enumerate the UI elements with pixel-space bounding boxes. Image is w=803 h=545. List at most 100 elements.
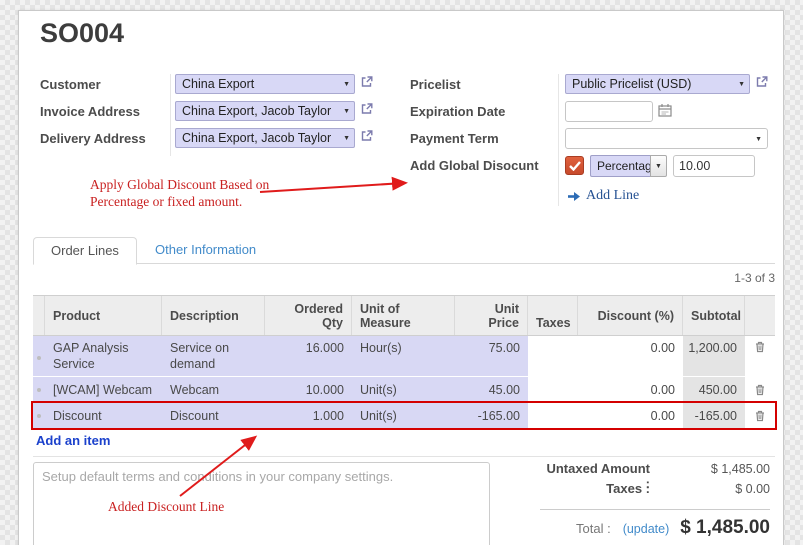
total-label: Total :	[576, 521, 611, 536]
column-header-unit-of-measure: Unit of Measure	[352, 296, 455, 335]
chevron-down-icon: ▼	[343, 135, 350, 142]
column-header-ordered-qty: Ordered Qty	[265, 296, 352, 335]
total-value: $ 1,485.00	[669, 517, 770, 539]
column-header-subtotal: Subtotal	[683, 296, 745, 335]
arrow-right-icon	[567, 191, 581, 202]
cell-uom: Hour(s)	[352, 336, 455, 376]
drag-handle-icon	[37, 414, 41, 418]
totals-panel: Untaxed Amount : $ 1,485.00 Taxes : $ 0.…	[540, 461, 770, 539]
page-title: SO004	[40, 18, 124, 49]
add-line-link[interactable]: Add Line	[567, 188, 775, 204]
discount-type-dropdown-button[interactable]: ▼	[650, 155, 667, 177]
cell-uom: Unit(s)	[352, 403, 455, 428]
discount-amount-input[interactable]	[673, 155, 755, 177]
delivery-address-select[interactable]: China Export, Jacob Taylor ▼	[175, 128, 355, 148]
tab-order-lines[interactable]: Order Lines	[33, 237, 137, 265]
delivery-address-value: China Export, Jacob Taylor	[182, 131, 331, 145]
annotation-line: Percentage or fixed amount.	[90, 193, 269, 210]
customer-select[interactable]: China Export ▼	[175, 74, 355, 94]
discount-type-value: Percentage	[590, 155, 650, 177]
order-line-row-discount[interactable]: Discount Discount 1.000 Unit(s) -165.00 …	[33, 403, 775, 429]
annotation-global-discount: Apply Global Discount Based on Percentag…	[90, 176, 269, 210]
cell-subtotal: 1,200.00	[683, 336, 745, 376]
table-header-row: Product Description Ordered Qty Unit of …	[33, 295, 775, 336]
cell-description: Webcam	[162, 377, 265, 402]
expiration-date-label: Expiration Date	[410, 101, 565, 119]
chevron-down-icon: ▼	[343, 108, 350, 115]
cell-product: [WCAM] Webcam	[45, 377, 162, 402]
customer-value: China Export	[182, 77, 254, 91]
cell-qty: 10.000	[265, 377, 352, 402]
form-left-column: Customer China Export▼ Invoice Address C…	[40, 74, 385, 155]
payment-term-label: Payment Term	[410, 128, 565, 146]
drag-handle[interactable]	[33, 403, 45, 428]
chevron-down-icon: ▼	[655, 163, 662, 170]
column-header-description: Description	[162, 296, 265, 335]
column-header-taxes: Taxes	[528, 296, 578, 335]
delete-row-icon[interactable]	[745, 336, 775, 376]
notebook-tabs: Order Lines Other Information	[33, 237, 775, 264]
chevron-down-icon: ▼	[343, 81, 350, 88]
update-total-link[interactable]: (update)	[623, 522, 670, 536]
expiration-date-input[interactable]	[565, 101, 653, 122]
sales-order-page: SO004 Customer China Export▼ Invoice Add…	[0, 0, 803, 545]
delivery-address-label: Delivery Address	[40, 128, 175, 146]
cell-qty: 1.000	[265, 403, 352, 428]
cell-discount: 0.00	[578, 336, 683, 376]
cell-description: Discount	[162, 403, 265, 428]
drag-handle-icon	[37, 356, 41, 360]
cell-subtotal: -165.00	[683, 403, 745, 428]
delete-row-icon[interactable]	[745, 403, 775, 428]
cell-uom: Unit(s)	[352, 377, 455, 402]
order-lines-table: Product Description Ordered Qty Unit of …	[33, 295, 775, 429]
column-header-discount: Discount (%)	[578, 296, 683, 335]
global-discount-checkbox[interactable]	[565, 156, 584, 175]
cell-discount: 0.00	[578, 403, 683, 428]
tab-other-information[interactable]: Other Information	[139, 237, 272, 264]
open-record-icon[interactable]	[360, 129, 374, 143]
delete-row-icon[interactable]	[745, 377, 775, 402]
global-discount-label: Add Global Disocunt	[410, 155, 565, 173]
cell-product: Discount	[45, 403, 162, 428]
invoice-address-value: China Export, Jacob Taylor	[182, 104, 331, 118]
open-record-icon[interactable]	[360, 102, 374, 116]
drag-handle-icon	[37, 388, 41, 392]
open-record-icon[interactable]	[360, 75, 374, 89]
cell-unit-price: 75.00	[455, 336, 528, 376]
pricelist-select[interactable]: Public Pricelist (USD)▼	[565, 74, 750, 94]
annotation-line: Apply Global Discount Based on	[90, 176, 269, 193]
form-right-column: Pricelist Public Pricelist (USD)▼ Expira…	[410, 74, 775, 204]
terms-and-conditions-textarea[interactable]	[33, 462, 490, 545]
payment-term-select[interactable]: ▼	[565, 128, 768, 149]
pricelist-label: Pricelist	[410, 74, 565, 92]
drag-handle[interactable]	[33, 336, 45, 376]
chevron-down-icon: ▼	[738, 81, 745, 88]
cell-unit-price: -165.00	[455, 403, 528, 428]
untaxed-amount-value: $ 1,485.00	[650, 462, 770, 476]
cell-product: GAP Analysis Service	[45, 336, 162, 376]
invoice-address-select[interactable]: China Export, Jacob Taylor ▼	[175, 101, 355, 121]
drag-handle[interactable]	[33, 377, 45, 402]
cell-discount: 0.00	[578, 377, 683, 402]
handle-column-header	[33, 296, 45, 335]
cell-taxes	[528, 377, 578, 402]
pagination-counter: 1-3 of 3	[734, 271, 775, 285]
open-record-icon[interactable]	[755, 75, 769, 89]
cell-unit-price: 45.00	[455, 377, 528, 402]
add-line-label: Add Line	[586, 188, 639, 204]
cell-taxes	[528, 336, 578, 376]
divider	[540, 509, 770, 510]
divider	[33, 456, 775, 457]
chevron-down-icon: ▼	[755, 136, 762, 143]
delete-column-header	[745, 296, 775, 335]
cell-qty: 16.000	[265, 336, 352, 376]
invoice-address-label: Invoice Address	[40, 101, 175, 119]
cell-description: Service on demand	[162, 336, 265, 376]
discount-type-select[interactable]: Percentage ▼	[590, 155, 667, 177]
order-line-row[interactable]: [WCAM] Webcam Webcam 10.000 Unit(s) 45.0…	[33, 377, 775, 403]
order-line-row[interactable]: GAP Analysis Service Service on demand 1…	[33, 336, 775, 377]
taxes-value: $ 0.00	[650, 482, 770, 496]
add-an-item-link[interactable]: Add an item	[36, 433, 110, 448]
calendar-icon[interactable]	[658, 103, 673, 118]
column-header-product: Product	[45, 296, 162, 335]
